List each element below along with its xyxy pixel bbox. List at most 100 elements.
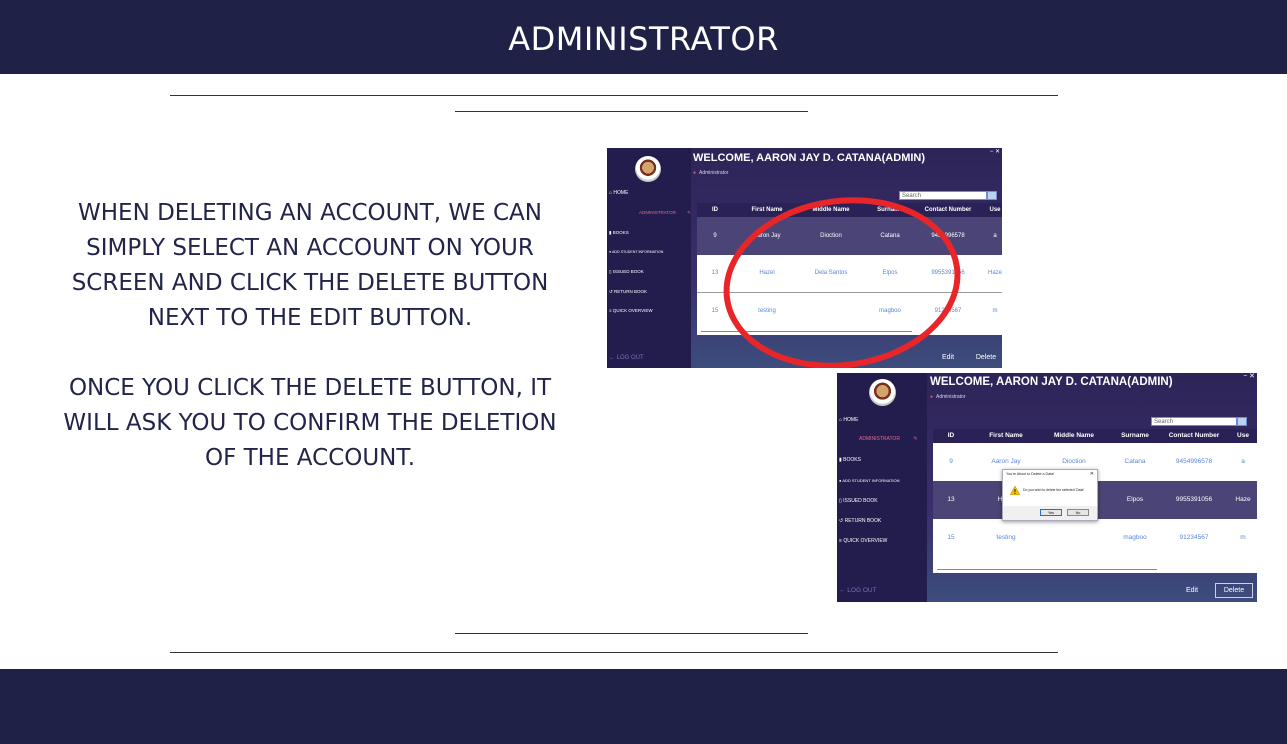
nav-add-student[interactable]: ● ADD STUDENT INFORMATION [839,478,900,483]
role-label: ● Administrator [693,170,729,176]
nav-label: HOME [613,190,629,196]
column-header: ID [947,432,955,439]
cell-id: 15 [947,534,955,541]
instruction-paragraph-2: ONCE YOU CLICK THE DELETE BUTTON, IT WIL… [20,371,600,476]
cell-user: Haze [987,270,1002,276]
nav-overview[interactable]: ≡ QUICK OVERVIEW [609,308,653,313]
nav-add-student[interactable]: ● ADD STUDENT INFORMATION [609,250,663,254]
cell-surname: magboo [1123,534,1147,541]
list-icon: ≡ [609,308,612,313]
logout-button[interactable]: ← LOG OUT [839,587,877,594]
dialog-message: Do you wish to delete the selected 'Data… [1023,488,1085,492]
search-icon[interactable] [987,191,997,200]
instruction-line: NEXT TO THE EDIT BUTTON. [147,305,473,331]
plus-icon: ● [609,250,612,254]
table-header: ID First Name Middle Name Surname Contac… [933,429,1257,443]
nav-books[interactable]: ▮ BOOKS [609,230,629,236]
role-label: ● Administrator [930,394,966,400]
cell-first-name: testing [996,534,1016,541]
column-header: Surname [1121,432,1149,439]
edit-button[interactable]: Edit [1177,583,1207,598]
instruction-line: SIMPLY SELECT AN ACCOUNT ON YOUR [86,235,534,261]
instruction-paragraph-1: WHEN DELETING AN ACCOUNT, WE CAN SIMPLY … [40,196,580,336]
column-header: First Name [989,432,1023,439]
cell-user: m [992,308,998,314]
delete-button[interactable]: Delete [1215,583,1253,598]
close-icon[interactable]: ✕ [1090,471,1094,477]
list-icon: ≡ [839,538,842,544]
window-controls[interactable]: − ✕ [990,148,1000,155]
user-icon: ● [693,170,697,176]
nav-label: ADD STUDENT INFORMATION [611,250,664,254]
nav-return[interactable]: ↺ RETURN BOOK [839,518,881,524]
nav-label: QUICK OVERVIEW [612,308,653,313]
column-header: Middle Name [1053,432,1095,439]
warning-icon [1010,486,1020,495]
cell-user: a [1241,458,1245,465]
home-icon: ⌂ [609,190,613,196]
column-header: Contact Number [924,207,972,213]
dialog-title: You're About to Delete a Data! [1006,472,1055,476]
table-row[interactable]: 15 testing magboo 91234567 m [933,519,1257,557]
column-header: Use [989,207,1001,213]
nav-label: BOOKS [843,457,861,463]
book-icon: ▮ [609,230,612,235]
welcome-heading: WELCOME, AARON JAY D. CATANA(ADMIN) [930,376,1173,388]
cell-id: 15 [711,308,719,314]
nav-home[interactable]: ⌂ HOME [609,190,628,196]
nav-label: ISSUED BOOK [612,269,644,274]
page-title: ADMINISTRATOR [508,20,779,58]
instruction-line: SCREEN AND CLICK THE DELETE BUTTON [71,270,549,296]
welcome-heading: WELCOME, AARON JAY D. CATANA(ADMIN) [693,152,926,164]
nav-books[interactable]: ▮ BOOKS [839,457,861,463]
dialog-footer: Yes No [1003,506,1097,520]
scrollbar-track[interactable] [937,569,1157,570]
nav-home[interactable]: ⌂ HOME [839,417,858,423]
column-header: Contact Number [1168,432,1220,439]
nav-overview[interactable]: ≡ QUICK OVERVIEW [839,538,887,544]
school-logo [869,379,896,406]
cell-contact: 9454996578 [1175,458,1213,465]
cell-user: a [993,233,997,239]
cell-contact: 9955391056 [1175,496,1213,503]
instruction-line: WHEN DELETING AN ACCOUNT, WE CAN [78,200,542,226]
cell-id: 9 [713,233,717,239]
nav-label: BOOKS [612,230,629,235]
search-input[interactable]: Search [1151,417,1237,426]
nav-label: ADMINISTRATOR [859,436,900,442]
column-header: Use [1237,432,1249,439]
instruction-line: ONCE YOU CLICK THE DELETE BUTTON, IT [68,375,552,401]
edit-button[interactable]: Edit [933,351,963,365]
cell-id: 13 [947,496,955,503]
nav-label: ADD STUDENT INFORMATION [842,478,900,483]
nav-label: ADMINISTRATOR [639,210,676,215]
sidebar: ⌂ HOME ADMINISTRATOR ✎ ▮ BOOKS ● ADD STU… [607,148,691,368]
nav-issued[interactable]: ▯ ISSUED BOOK [609,269,644,275]
search-icon[interactable] [1237,417,1247,426]
column-header: ID [712,207,718,213]
cell-user: m [1240,534,1246,541]
nav-administrator[interactable]: ADMINISTRATOR ✎ [639,210,691,216]
cell-user: Haze [1235,496,1251,503]
undo-icon: ↺ [609,289,613,294]
home-icon: ⌂ [839,417,843,423]
divider [455,633,808,634]
nav-issued[interactable]: ▯ ISSUED BOOK [839,498,878,504]
search-input[interactable]: Search [899,191,987,200]
nav-administrator[interactable]: ADMINISTRATOR ✎ [859,436,918,442]
window-controls[interactable]: − ✕ [1243,373,1255,380]
cell-surname: Catana [1124,458,1146,465]
nav-return[interactable]: ↺ RETURN BOOK [609,289,647,295]
bookmark-icon: ▯ [609,269,612,274]
yes-button[interactable]: Yes [1040,509,1062,516]
divider [170,95,1058,96]
confirm-delete-dialog: You're About to Delete a Data! ✕ Do you … [1002,469,1098,521]
header-bar: ADMINISTRATOR [0,0,1287,74]
nav-label: HOME [843,417,859,423]
school-logo [635,156,661,182]
logout-button[interactable]: ← LOG OUT [609,355,644,361]
cell-id: 13 [711,270,719,276]
cell-surname: Elpos [1126,496,1144,503]
delete-button[interactable]: Delete [969,351,1002,365]
no-button[interactable]: No [1067,509,1089,516]
